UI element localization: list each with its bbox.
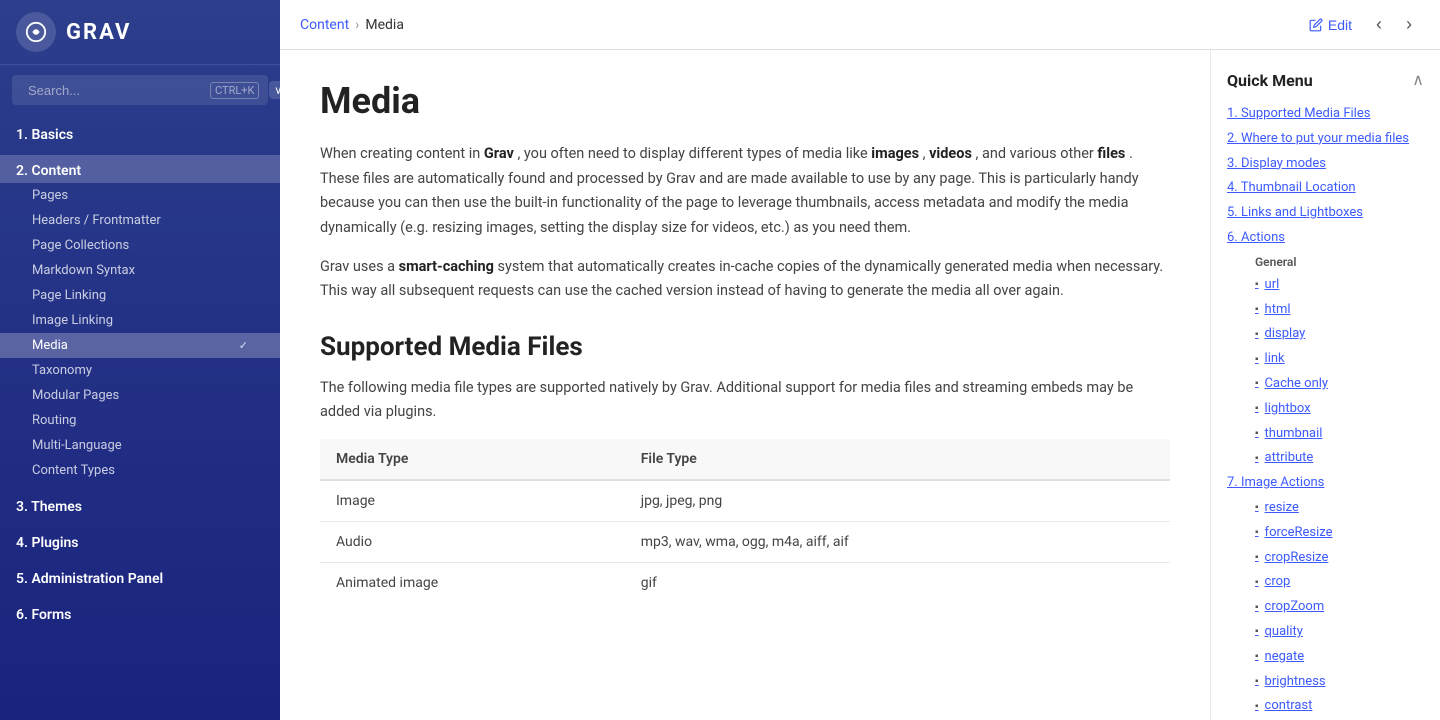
topbar: Content › Media Edit ‹ › (280, 0, 1440, 50)
main-area: Content › Media Edit ‹ › Media When crea… (280, 0, 1440, 720)
table-header-filetype: File Type (625, 439, 1170, 480)
nav-section-themes: 3. Themes (0, 487, 280, 523)
qm-item-attribute[interactable]: attribute (1211, 446, 1440, 471)
qm-item-resize[interactable]: resize (1211, 496, 1440, 521)
sidebar-item-pages[interactable]: Pages (0, 183, 280, 208)
logo-text: GRAV (66, 20, 131, 45)
nav-section-admin-panel: 5. Administration Panel (0, 559, 280, 595)
article: Media When creating content in Grav , yo… (280, 50, 1210, 720)
search-shortcut: CTRL+K (210, 82, 259, 99)
quick-menu-header: Quick Menu ∧ (1211, 66, 1440, 102)
grav-bold: Grav (484, 145, 514, 162)
logo-area: GRAV (0, 0, 280, 65)
file-type-animated: gif (625, 563, 1170, 604)
qm-item-actions[interactable]: 6. Actions (1211, 226, 1440, 251)
table-row: Animated image gif (320, 563, 1170, 604)
search-input[interactable] (28, 83, 204, 98)
logo-icon (16, 12, 56, 52)
sidebar: GRAV CTRL+K v1.6 ▾ 1. Basics 2. Content … (0, 0, 280, 720)
nav-section-plugins: 4. Plugins (0, 523, 280, 559)
qm-item-brightness[interactable]: brightness (1211, 670, 1440, 695)
qm-item-contrast[interactable]: contrast (1211, 694, 1440, 719)
sidebar-item-plugins[interactable]: 4. Plugins (0, 527, 280, 555)
qm-item-html[interactable]: html (1211, 298, 1440, 323)
media-type-image: Image (320, 480, 625, 522)
sidebar-item-page-linking[interactable]: Page Linking (0, 283, 280, 308)
breadcrumb-separator: › (355, 17, 359, 33)
sidebar-item-routing[interactable]: Routing (0, 408, 280, 433)
breadcrumb: Content › Media (300, 17, 404, 33)
file-type-audio: mp3, wav, wma, ogg, m4a, aiff, aif (625, 522, 1170, 563)
qm-item-display[interactable]: display (1211, 322, 1440, 347)
table-header-type: Media Type (320, 439, 625, 480)
qm-item-supported-media[interactable]: 1. Supported Media Files (1211, 102, 1440, 127)
version-badge[interactable]: v1.6 ▾ (269, 81, 280, 99)
qm-item-quality[interactable]: quality (1211, 620, 1440, 645)
media-type-audio: Audio (320, 522, 625, 563)
qm-item-link[interactable]: link (1211, 347, 1440, 372)
article-title: Media (320, 80, 1170, 122)
sidebar-item-content-types[interactable]: Content Types (0, 458, 280, 483)
edit-icon (1309, 18, 1323, 32)
qm-item-thumbnail-location[interactable]: 4. Thumbnail Location (1211, 176, 1440, 201)
sidebar-item-content[interactable]: 2. Content (0, 155, 280, 183)
sidebar-item-themes[interactable]: 3. Themes (0, 491, 280, 519)
smart-caching-bold: smart-caching (399, 258, 494, 275)
qm-item-image-actions[interactable]: 7. Image Actions (1211, 471, 1440, 496)
sidebar-item-markdown-syntax[interactable]: Markdown Syntax (0, 258, 280, 283)
file-type-image: jpg, jpeg, png (625, 480, 1170, 522)
qm-item-where-media[interactable]: 2. Where to put your media files (1211, 127, 1440, 152)
sidebar-item-taxonomy[interactable]: Taxonomy (0, 358, 280, 383)
sidebar-item-media[interactable]: Media (0, 333, 280, 358)
qm-item-forceResize[interactable]: forceResize (1211, 521, 1440, 546)
topbar-actions: Edit ‹ › (1301, 10, 1420, 39)
edit-button[interactable]: Edit (1301, 13, 1360, 37)
next-button[interactable]: › (1398, 10, 1420, 39)
qm-item-cache-only[interactable]: Cache only (1211, 372, 1440, 397)
qm-item-display-modes[interactable]: 3. Display modes (1211, 152, 1440, 177)
sidebar-item-page-collections[interactable]: Page Collections (0, 233, 280, 258)
sidebar-item-modular-pages[interactable]: Modular Pages (0, 383, 280, 408)
supported-intro: The following media file types are suppo… (320, 376, 1170, 425)
sidebar-item-multi-language[interactable]: Multi-Language (0, 433, 280, 458)
quick-menu-title: Quick Menu (1227, 71, 1313, 90)
nav-section-forms: 6. Forms (0, 595, 280, 631)
qm-item-crop[interactable]: crop (1211, 570, 1440, 595)
sidebar-item-basics[interactable]: 1. Basics (0, 119, 280, 147)
table-row: Image jpg, jpeg, png (320, 480, 1170, 522)
qm-item-lightbox[interactable]: lightbox (1211, 397, 1440, 422)
videos-bold: videos (929, 145, 972, 162)
breadcrumb-current: Media (365, 17, 404, 33)
nav-section-content: 2. Content Pages Headers / Frontmatter P… (0, 151, 280, 487)
qm-item-url[interactable]: url (1211, 273, 1440, 298)
table-row: Audio mp3, wav, wma, ogg, m4a, aiff, aif (320, 522, 1170, 563)
prev-button[interactable]: ‹ (1368, 10, 1390, 39)
caching-paragraph: Grav uses a smart-caching system that au… (320, 255, 1170, 304)
content-area: Media When creating content in Grav , yo… (280, 50, 1440, 720)
qm-item-cropZoom[interactable]: cropZoom (1211, 595, 1440, 620)
search-bar[interactable]: CTRL+K v1.6 ▾ (12, 75, 268, 105)
quick-menu: Quick Menu ∧ 1. Supported Media Files 2.… (1210, 50, 1440, 720)
sidebar-item-headers[interactable]: Headers / Frontmatter (0, 208, 280, 233)
qm-subheading-general: General (1211, 251, 1440, 273)
media-table: Media Type File Type Image jpg, jpeg, pn… (320, 439, 1170, 603)
quick-menu-collapse-button[interactable]: ∧ (1412, 70, 1424, 90)
supported-title: Supported Media Files (320, 332, 1170, 362)
intro-paragraph: When creating content in Grav , you ofte… (320, 142, 1170, 241)
images-bold: images (871, 145, 919, 162)
nav-section-basics: 1. Basics (0, 115, 280, 151)
media-type-animated: Animated image (320, 563, 625, 604)
qm-item-thumbnail[interactable]: thumbnail (1211, 422, 1440, 447)
qm-item-cropResize[interactable]: cropResize (1211, 546, 1440, 571)
qm-item-links-lightboxes[interactable]: 5. Links and Lightboxes (1211, 201, 1440, 226)
sidebar-item-admin-panel[interactable]: 5. Administration Panel (0, 563, 280, 591)
sidebar-item-image-linking[interactable]: Image Linking (0, 308, 280, 333)
files-bold: files (1097, 145, 1125, 162)
qm-item-negate[interactable]: negate (1211, 645, 1440, 670)
sidebar-item-forms[interactable]: 6. Forms (0, 599, 280, 627)
breadcrumb-parent[interactable]: Content (300, 17, 349, 33)
